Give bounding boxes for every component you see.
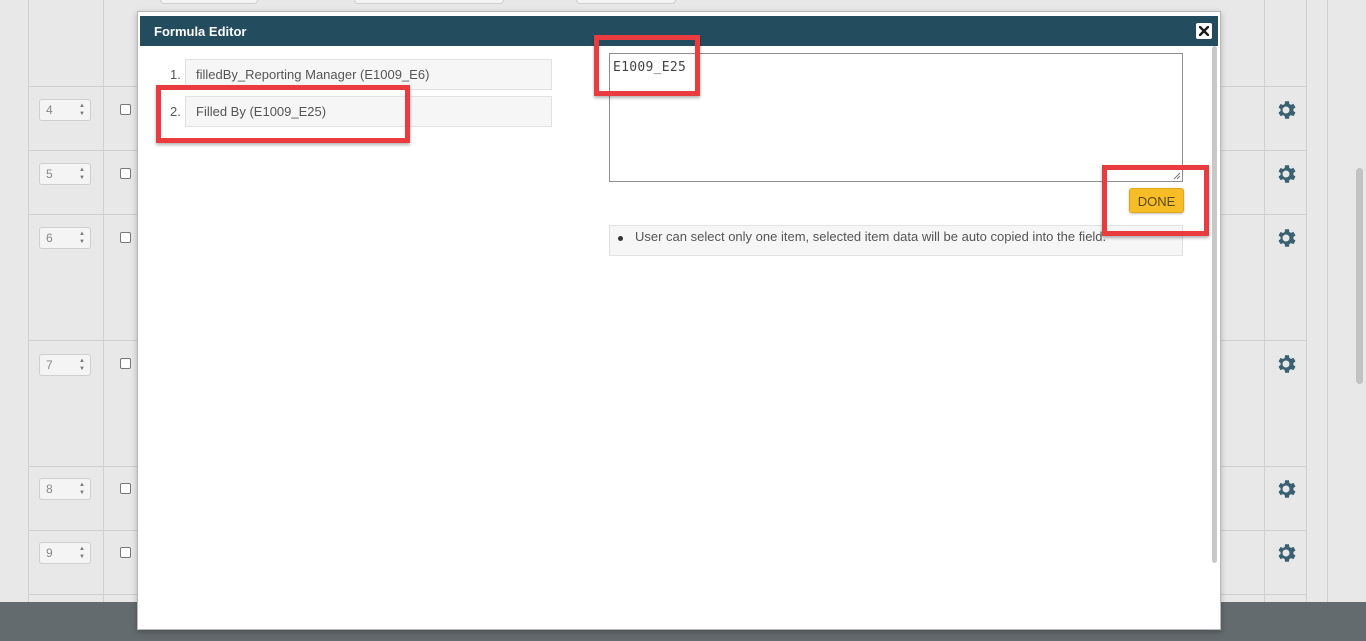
header-stub [160, 0, 258, 4]
header-stub [576, 0, 676, 4]
stepper-arrows-icon[interactable]: ▲ ▼ [79, 230, 85, 246]
row-number-stepper[interactable]: 7 ▲ ▼ [39, 354, 91, 376]
stepper-arrows-icon[interactable]: ▲ ▼ [79, 166, 85, 182]
gear-icon[interactable] [1274, 226, 1298, 250]
row-checkbox[interactable] [120, 168, 131, 179]
highlight-selected-field [156, 85, 410, 143]
gear-icon[interactable] [1274, 541, 1298, 565]
stepper-arrows-icon[interactable]: ▲ ▼ [79, 357, 85, 373]
info-box: User can select only one item, selected … [609, 225, 1183, 256]
row-checkbox[interactable] [120, 483, 131, 494]
stepper-arrows-icon[interactable]: ▲ ▼ [79, 481, 85, 497]
modal-scrollbar[interactable] [1212, 46, 1217, 563]
modal-title: Formula Editor [154, 24, 247, 39]
bullet-icon [618, 236, 623, 241]
gear-icon[interactable] [1274, 162, 1298, 186]
row-number-value: 9 [46, 546, 53, 560]
page-scrollbar[interactable] [1356, 168, 1363, 384]
grid-line [1264, 0, 1265, 602]
row-number-value: 6 [46, 231, 53, 245]
header-stub [354, 0, 504, 4]
field-index: 1. [170, 67, 181, 82]
row-number-stepper[interactable]: 4 ▲ ▼ [39, 99, 91, 121]
stepper-arrows-icon[interactable]: ▲ ▼ [79, 545, 85, 561]
row-checkbox[interactable] [120, 104, 131, 115]
highlight-formula-value [594, 35, 700, 96]
row-number-stepper[interactable]: 6 ▲ ▼ [39, 227, 91, 249]
row-number-value: 5 [46, 167, 53, 181]
gear-icon[interactable] [1274, 98, 1298, 122]
grid-line [1327, 0, 1328, 602]
row-number-stepper[interactable]: 9 ▲ ▼ [39, 542, 91, 564]
grid-line [103, 0, 104, 602]
gear-icon[interactable] [1274, 477, 1298, 501]
close-button[interactable] [1196, 23, 1212, 39]
close-icon[interactable] [1199, 26, 1209, 36]
row-number-stepper[interactable]: 5 ▲ ▼ [39, 163, 91, 185]
gear-icon[interactable] [1274, 352, 1298, 376]
grid-line [1306, 0, 1307, 602]
row-checkbox[interactable] [120, 232, 131, 243]
highlight-done-button [1102, 165, 1209, 236]
row-number-value: 4 [46, 103, 53, 117]
row-number-value: 7 [46, 358, 53, 372]
row-checkbox[interactable] [120, 358, 131, 369]
row-checkbox[interactable] [120, 547, 131, 558]
grid-line [28, 0, 29, 602]
stepper-arrows-icon[interactable]: ▲ ▼ [79, 102, 85, 118]
info-text: User can select only one item, selected … [635, 229, 1107, 244]
row-number-stepper[interactable]: 8 ▲ ▼ [39, 478, 91, 500]
row-number-value: 8 [46, 482, 53, 496]
